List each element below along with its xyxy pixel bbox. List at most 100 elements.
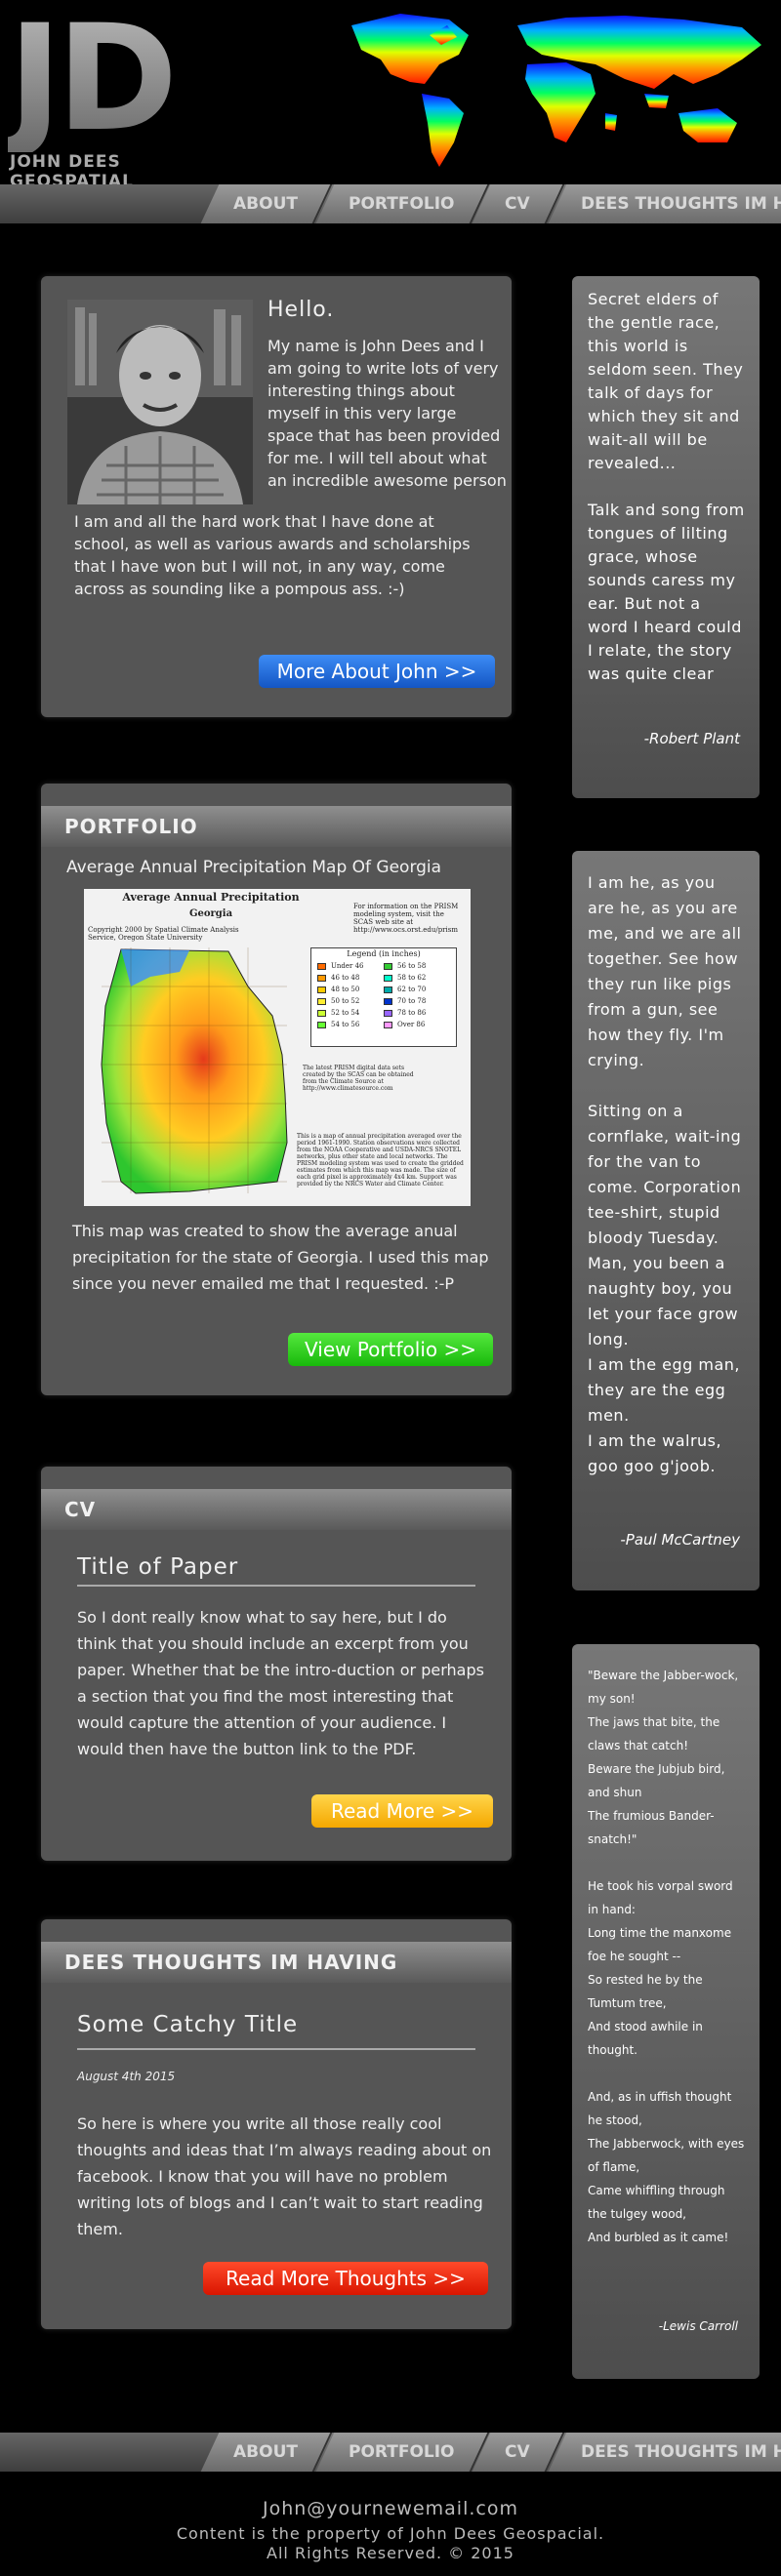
legend-item: 50 to 52 xyxy=(317,997,384,1005)
map-inner-subtitle: Georgia xyxy=(188,908,233,919)
legend-swatch xyxy=(384,962,392,970)
footer-nav-thoughts[interactable]: DEES THOUGHTS IM HAVING xyxy=(548,2433,781,2472)
nav-portfolio[interactable]: PORTFOLIO xyxy=(315,184,489,223)
map-info: For information on the PRISM modeling sy… xyxy=(353,903,459,934)
quote-card-carroll: "Beware the Jabber-wock, my son! The jaw… xyxy=(572,1644,760,2379)
legend-item: 70 to 78 xyxy=(384,997,450,1005)
nav-thoughts-label: DEES THOUGHTS IM HAVING xyxy=(581,194,781,214)
footer-email[interactable]: John@yournewemail.com xyxy=(0,2498,781,2519)
about-intro: My name is John Dees and I am going to w… xyxy=(267,337,507,490)
bottom-nav-left-strip xyxy=(0,2433,225,2472)
legend-swatch xyxy=(317,962,326,970)
quote-text-carroll: "Beware the Jabber-wock, my son! The jaw… xyxy=(588,1669,745,2244)
thoughts-panel: DEES THOUGHTS IM HAVING Some Catchy Titl… xyxy=(41,1919,512,2329)
footer-nav-cv-label: CV xyxy=(505,2442,531,2462)
legend-swatch xyxy=(384,1009,392,1017)
nav-cv-label: CV xyxy=(505,194,531,214)
legend-label: 56 to 58 xyxy=(397,962,427,970)
portfolio-heading: PORTFOLIO xyxy=(41,806,512,847)
legend-label: 54 to 56 xyxy=(331,1021,360,1028)
legend-label: Under 46 xyxy=(331,962,364,970)
legend-grid: Under 46 56 to 58 46 to 48 58 to 62 48 to 50… xyxy=(311,958,456,1032)
more-about-john-button[interactable]: More About John >> xyxy=(259,655,495,688)
cv-paper-title: Title of Paper xyxy=(77,1554,239,1580)
cv-excerpt: So I dont really know what to say here, … xyxy=(77,1608,484,1758)
page: JD JOHN DEES GEOSPATIAL ABOUT PORTFOLIO … xyxy=(0,0,781,2576)
nav-about-label: ABOUT xyxy=(233,194,298,214)
legend-label: 52 to 54 xyxy=(331,1009,360,1017)
map-inner-title: Average Annual Precipitation xyxy=(122,891,300,904)
footer-ownership: Content is the property of John Dees Geo… xyxy=(176,2524,605,2543)
quote-text-plant: Secret elders of the gentle race, this w… xyxy=(588,290,745,683)
footer-nav-portfolio[interactable]: PORTFOLIO xyxy=(315,2433,489,2472)
legend-item: 46 to 48 xyxy=(317,974,384,982)
post-body: So here is where you write all those rea… xyxy=(77,2114,492,2238)
legend-swatch xyxy=(317,997,326,1005)
legend-label: 48 to 50 xyxy=(331,986,360,993)
legend-swatch xyxy=(317,974,326,982)
legend-swatch xyxy=(317,1009,326,1017)
about-greeting: Hello. xyxy=(267,298,335,322)
georgia-state-shape xyxy=(101,947,288,1194)
quote-author-mccartney: -Paul McCartney xyxy=(620,1531,740,1549)
legend-item: 52 to 54 xyxy=(317,1009,384,1017)
post-date: August 4th 2015 xyxy=(77,2070,176,2083)
legend-label: 46 to 48 xyxy=(331,974,360,982)
map-caption: Average Annual Precipitation Map Of Geor… xyxy=(66,858,442,877)
world-map-graphic xyxy=(351,14,761,167)
footer-nav-about[interactable]: ABOUT xyxy=(200,2433,333,2472)
cv-heading: CV xyxy=(41,1489,512,1530)
legend-swatch xyxy=(384,1021,392,1028)
legend-title: Legend (in inches) xyxy=(347,949,421,958)
post-title-divider xyxy=(77,2048,475,2050)
legend-swatch xyxy=(384,986,392,993)
legend-swatch xyxy=(317,1021,326,1028)
legend-label: 62 to 70 xyxy=(397,986,427,993)
thoughts-heading: DEES THOUGHTS IM HAVING xyxy=(41,1942,512,1983)
legend-swatch xyxy=(384,974,392,982)
map-copyright: Copyright 2000 by Spatial Climate Analys… xyxy=(88,926,239,942)
map-note-data: The latest PRISM digital data sets creat… xyxy=(303,1065,414,1092)
legend-swatch xyxy=(384,997,392,1005)
cv-panel: CV Title of Paper So I dont really know … xyxy=(41,1467,512,1861)
post-title: Some Catchy Title xyxy=(77,2012,299,2037)
footer-nav-about-label: ABOUT xyxy=(233,2442,298,2462)
legend-item: Under 46 xyxy=(317,962,384,970)
footer-nav-thoughts-label: DEES THOUGHTS IM HAVING xyxy=(581,2442,781,2462)
legend-item: 56 to 58 xyxy=(384,962,450,970)
bottom-navigation: ABOUT PORTFOLIO CV DEES THOUGHTS IM HAVI… xyxy=(0,2433,781,2472)
quote-author-carroll: -Lewis Carroll xyxy=(658,2319,738,2333)
top-navigation: ABOUT PORTFOLIO CV DEES THOUGHTS IM HAVI… xyxy=(0,184,781,223)
legend-item: 48 to 50 xyxy=(317,986,384,993)
view-portfolio-button[interactable]: View Portfolio >> xyxy=(288,1333,493,1366)
nav-bar-left-strip xyxy=(0,184,225,223)
legend-item: 62 to 70 xyxy=(384,986,450,993)
quote-card-plant: Secret elders of the gentle race, this w… xyxy=(572,276,760,798)
logo-initials: JD xyxy=(8,0,178,164)
legend-label: Over 86 xyxy=(397,1021,426,1028)
logo[interactable]: JD JOHN DEES GEOSPATIAL xyxy=(8,0,223,191)
nav-portfolio-label: PORTFOLIO xyxy=(348,194,455,214)
legend-label: 78 to 86 xyxy=(397,1009,427,1017)
legend-label: 50 to 52 xyxy=(331,997,360,1005)
legend-item: 58 to 62 xyxy=(384,974,450,982)
footer-copyright: All Rights Reserved. © 2015 xyxy=(267,2544,514,2562)
legend-item: Over 86 xyxy=(384,1021,450,1028)
cv-read-more-button[interactable]: Read More >> xyxy=(311,1794,493,1828)
read-more-thoughts-button[interactable]: Read More Thoughts >> xyxy=(203,2262,488,2295)
quote-card-mccartney: I am he, as you are he, as you are me, a… xyxy=(572,851,760,1590)
nav-about[interactable]: ABOUT xyxy=(200,184,333,223)
nav-thoughts[interactable]: DEES THOUGHTS IM HAVING xyxy=(548,184,781,223)
map-note-method: This is a map of annual precipitation av… xyxy=(297,1133,464,1187)
legend-swatch xyxy=(317,986,326,993)
quote-author-plant: -Robert Plant xyxy=(643,730,740,747)
legend-item: 54 to 56 xyxy=(317,1021,384,1028)
footer-nav-portfolio-label: PORTFOLIO xyxy=(348,2442,455,2462)
portfolio-description: This map was created to show the average… xyxy=(72,1222,489,1293)
about-panel: Hello. My name is John Dees and I am goi… xyxy=(41,276,512,717)
map-legend: Legend (in inches) Under 46 56 to 58 46 to… xyxy=(310,947,457,1047)
legend-label: 70 to 78 xyxy=(397,997,427,1005)
legend-item: 78 to 86 xyxy=(384,1009,450,1017)
precipitation-map[interactable]: Average Annual Precipitation Georgia Cop… xyxy=(84,889,471,1206)
portfolio-panel: PORTFOLIO Average Annual Precipitation M… xyxy=(41,784,512,1395)
